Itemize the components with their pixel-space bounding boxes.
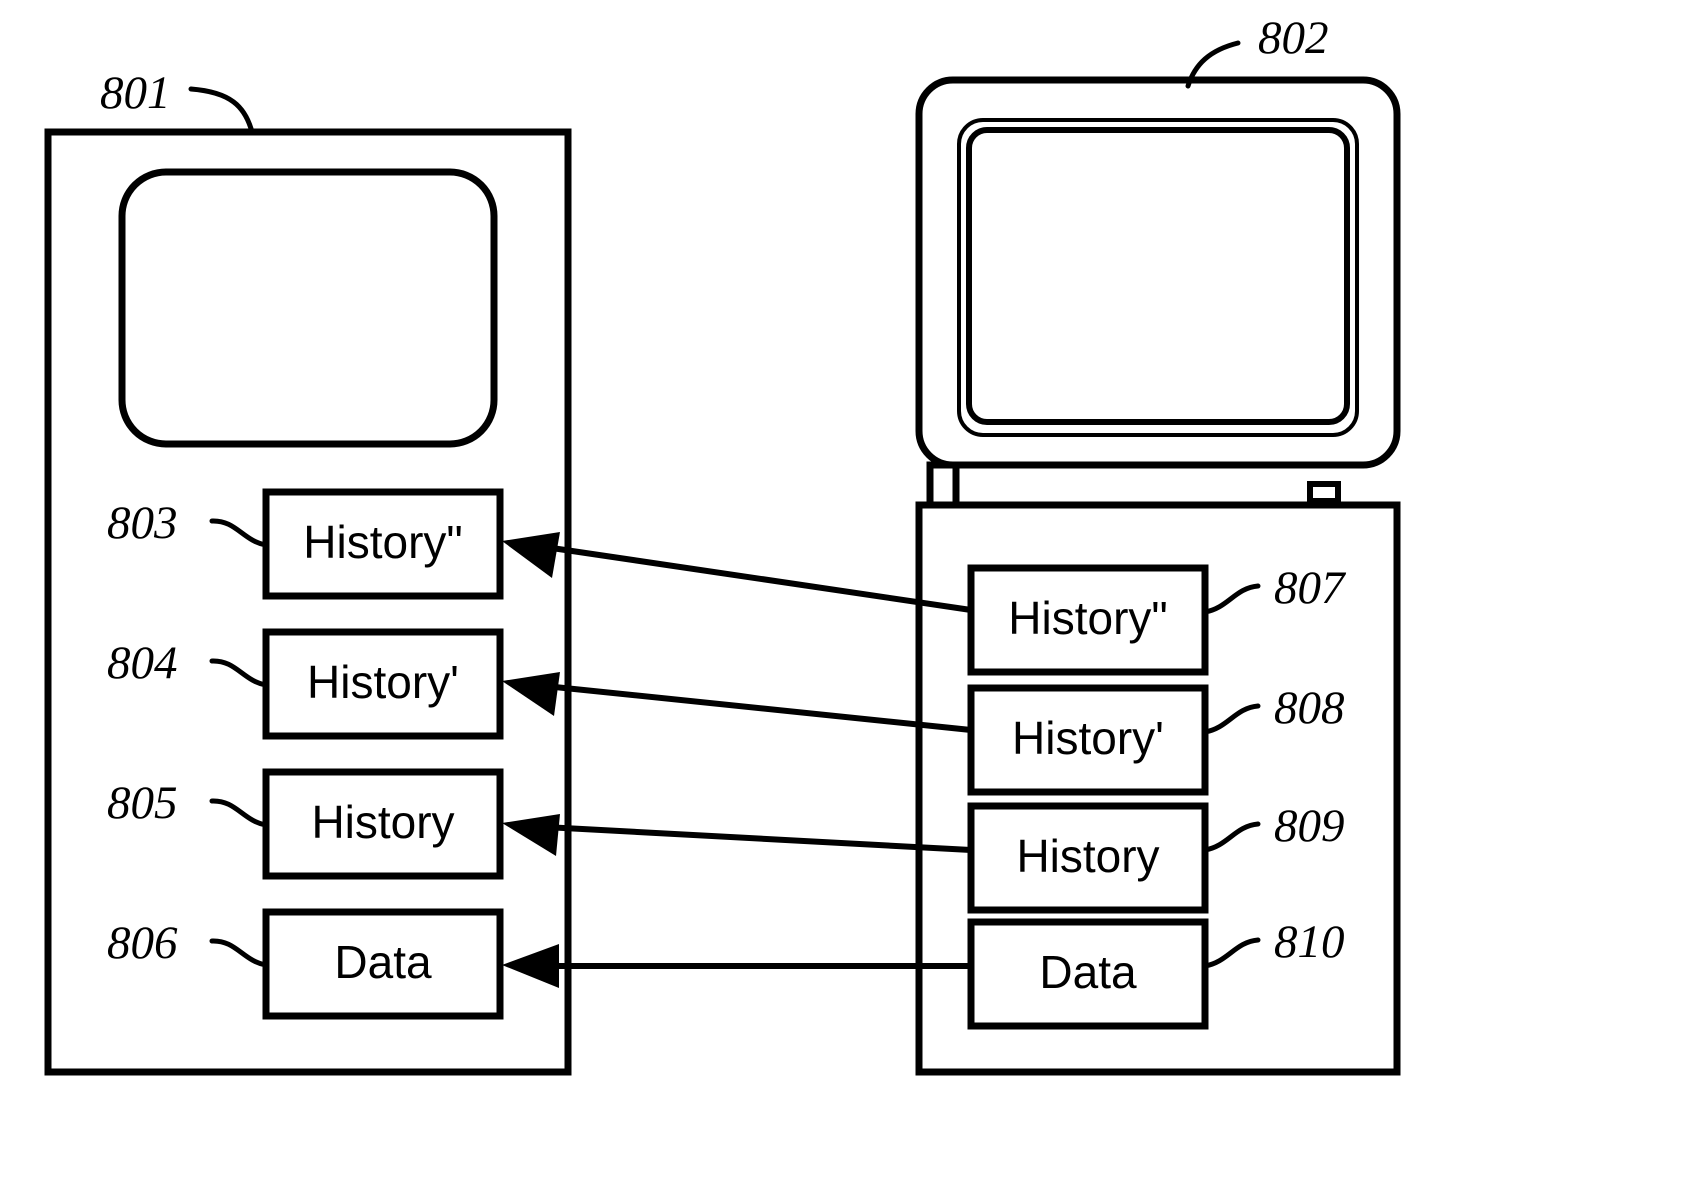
ref-label-801: 801 xyxy=(100,67,171,119)
ref-label-810: 810 xyxy=(1274,916,1345,968)
right-block-807-label: History" xyxy=(1008,592,1167,644)
right-block-809-label: History xyxy=(1016,830,1159,882)
arrow-809-to-805 xyxy=(502,814,972,856)
ref-label-806: 806 xyxy=(107,917,178,969)
arrow-808-to-804 xyxy=(502,672,972,733)
arrow-807-to-803 xyxy=(502,532,972,613)
lead-line-801 xyxy=(188,86,255,135)
ref-label-802: 802 xyxy=(1258,12,1329,64)
left-block-804-label: History' xyxy=(307,656,459,708)
ref-label-807: 807 xyxy=(1274,562,1347,614)
left-block-806-label: Data xyxy=(334,936,432,988)
transfer-arrows xyxy=(502,532,972,988)
ref-label-809: 809 xyxy=(1274,800,1345,852)
monitor-stand-neck xyxy=(926,461,960,509)
left-device-screen xyxy=(118,168,498,448)
left-block-803-label: History" xyxy=(303,516,462,568)
power-indicator-icon xyxy=(1307,481,1341,504)
left-block-805-label: History xyxy=(311,796,454,848)
ref-label-803: 803 xyxy=(107,497,178,549)
ref-label-808: 808 xyxy=(1274,682,1345,734)
ref-label-804: 804 xyxy=(107,637,178,689)
right-device-802: 802 History" 807 History' 808 History 80… xyxy=(915,12,1401,1076)
monitor-screen xyxy=(966,127,1350,425)
right-block-810-label: Data xyxy=(1039,946,1137,998)
figure-canvas: 801 History" 803 History' 804 History 80… xyxy=(44,12,1401,1076)
ref-label-805: 805 xyxy=(107,777,178,829)
left-device-801: 801 History" 803 History' 804 History 80… xyxy=(44,67,572,1076)
right-block-808-label: History' xyxy=(1012,712,1164,764)
arrow-810-to-806 xyxy=(502,944,971,988)
patent-figure: 801 History" 803 History' 804 History 80… xyxy=(0,0,1682,1187)
